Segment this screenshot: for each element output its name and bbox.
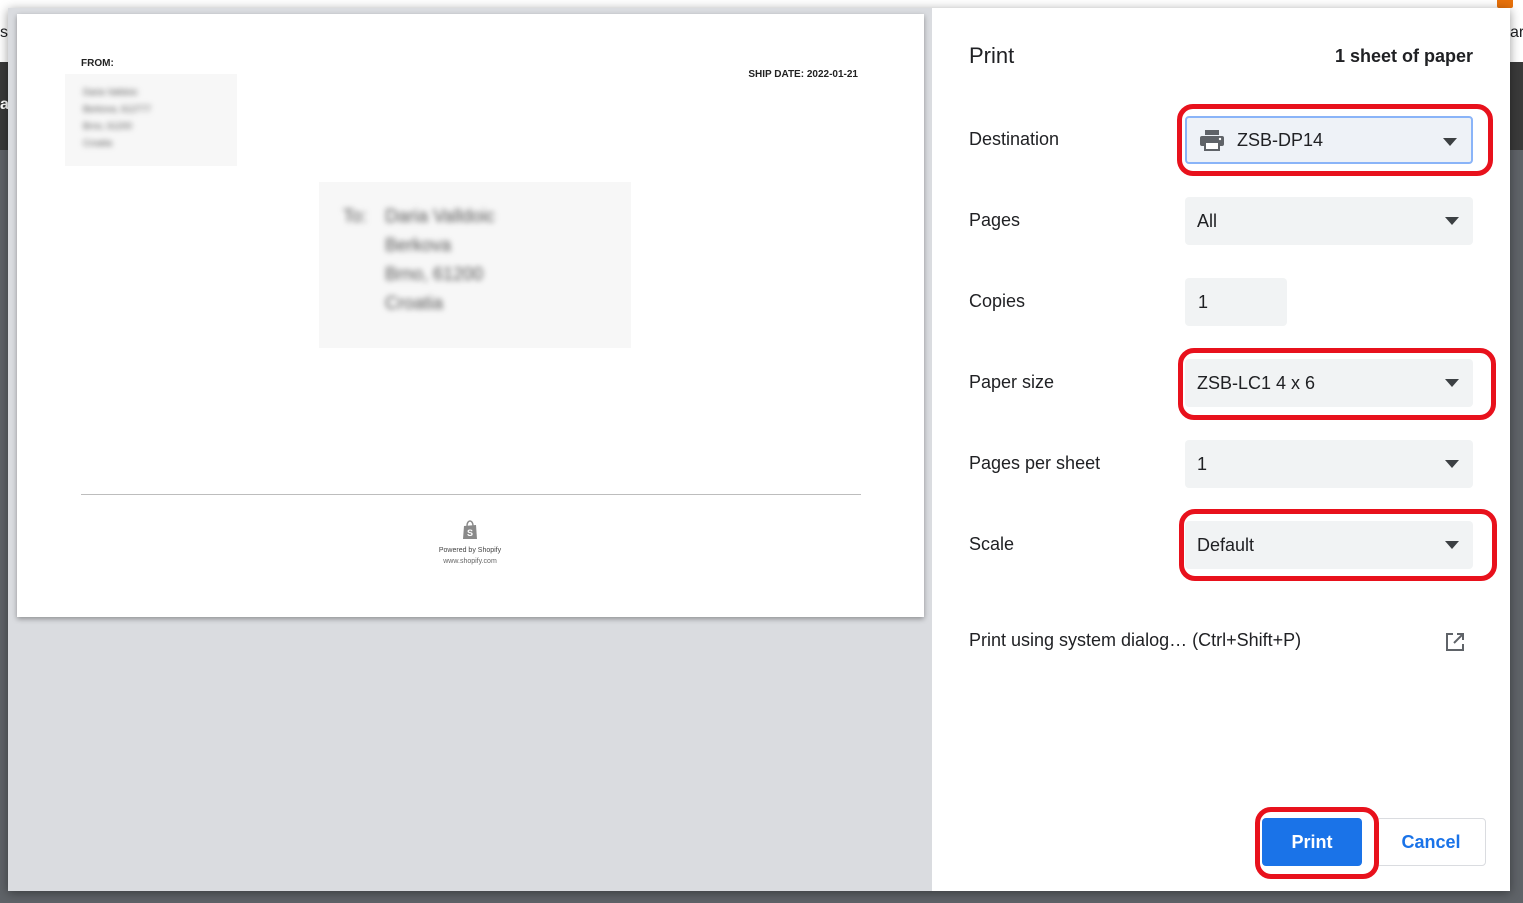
pages-per-sheet-value: 1: [1197, 453, 1208, 474]
printer-icon: [1200, 130, 1224, 151]
destination-label: Destination: [969, 129, 1060, 149]
print-button[interactable]: Print: [1262, 818, 1362, 866]
paper-size-label: Paper size: [969, 372, 1055, 392]
preview-page: FROM: Daria Valldoic Berkova, 612777 Brn…: [17, 14, 924, 617]
from-label: FROM:: [81, 58, 114, 69]
to-prefix: To:: [343, 206, 368, 226]
to-address: To: Daria Valldoic Berkova Brno, 61200 Cr…: [319, 182, 631, 348]
from-line: Croatia: [83, 138, 113, 148]
to-line: Brno, 61200: [385, 264, 484, 284]
from-line: Brno, 61200: [83, 121, 133, 131]
svg-text:S: S: [467, 528, 473, 538]
copies-label: Copies: [969, 291, 1026, 311]
to-line: Croatia: [385, 293, 444, 313]
from-line: Daria Valldoic: [83, 87, 138, 97]
system-dialog-link[interactable]: Print using system dialog… (Ctrl+Shift+P…: [969, 630, 1301, 651]
pages-per-sheet-label: Pages per sheet: [969, 453, 1101, 473]
to-line: Daria Valldoic: [385, 206, 495, 226]
chevron-down-icon: [1445, 379, 1459, 387]
chevron-down-icon: [1445, 217, 1459, 225]
pages-label: Pages: [969, 210, 1021, 230]
print-preview-area: FROM: Daria Valldoic Berkova, 612777 Brn…: [8, 8, 932, 891]
paper-size-select[interactable]: ZSB-LC1 4 x 6: [1185, 359, 1473, 407]
scale-value: Default: [1197, 534, 1255, 555]
print-settings-panel: Print 1 sheet of paper Destination ZSB-D…: [932, 8, 1510, 891]
chevron-down-icon: [1445, 460, 1459, 468]
dialog-title: Print: [969, 43, 1015, 68]
page-edge-text: s: [0, 24, 8, 41]
pages-value: All: [1197, 210, 1218, 231]
scale-select[interactable]: Default: [1185, 521, 1473, 569]
page-edge-text: ark: [1510, 24, 1523, 41]
divider: [81, 494, 861, 495]
destination-select[interactable]: ZSB-DP14: [1185, 116, 1473, 164]
chevron-down-icon: [1445, 541, 1459, 549]
ship-date: SHIP DATE: 2022-01-21: [748, 69, 858, 80]
notification-badge: [1497, 0, 1513, 8]
scale-label: Scale: [969, 534, 1015, 554]
from-line: Berkova, 612777: [83, 104, 152, 114]
paper-size-value: ZSB-LC1 4 x 6: [1197, 372, 1316, 393]
chevron-down-icon: [1443, 138, 1457, 146]
cancel-button[interactable]: Cancel: [1376, 818, 1486, 866]
pages-per-sheet-select[interactable]: 1: [1185, 440, 1473, 488]
copies-input[interactable]: 1: [1185, 278, 1287, 326]
shopify-bag-icon: S: [463, 520, 477, 539]
open-in-new-icon[interactable]: [1445, 632, 1465, 652]
powered-by-url: www.shopify.com: [443, 558, 497, 565]
sheet-count: 1 sheet of paper: [1334, 46, 1473, 66]
print-dialog: FROM: Daria Valldoic Berkova, 612777 Brn…: [8, 8, 1510, 891]
powered-by-text: Powered by Shopify: [438, 547, 502, 554]
from-address: Daria Valldoic Berkova, 612777 Brno, 612…: [65, 74, 237, 166]
pages-select[interactable]: All: [1185, 197, 1473, 245]
to-line: Berkova: [385, 235, 452, 255]
destination-value: ZSB-DP14: [1237, 129, 1324, 150]
